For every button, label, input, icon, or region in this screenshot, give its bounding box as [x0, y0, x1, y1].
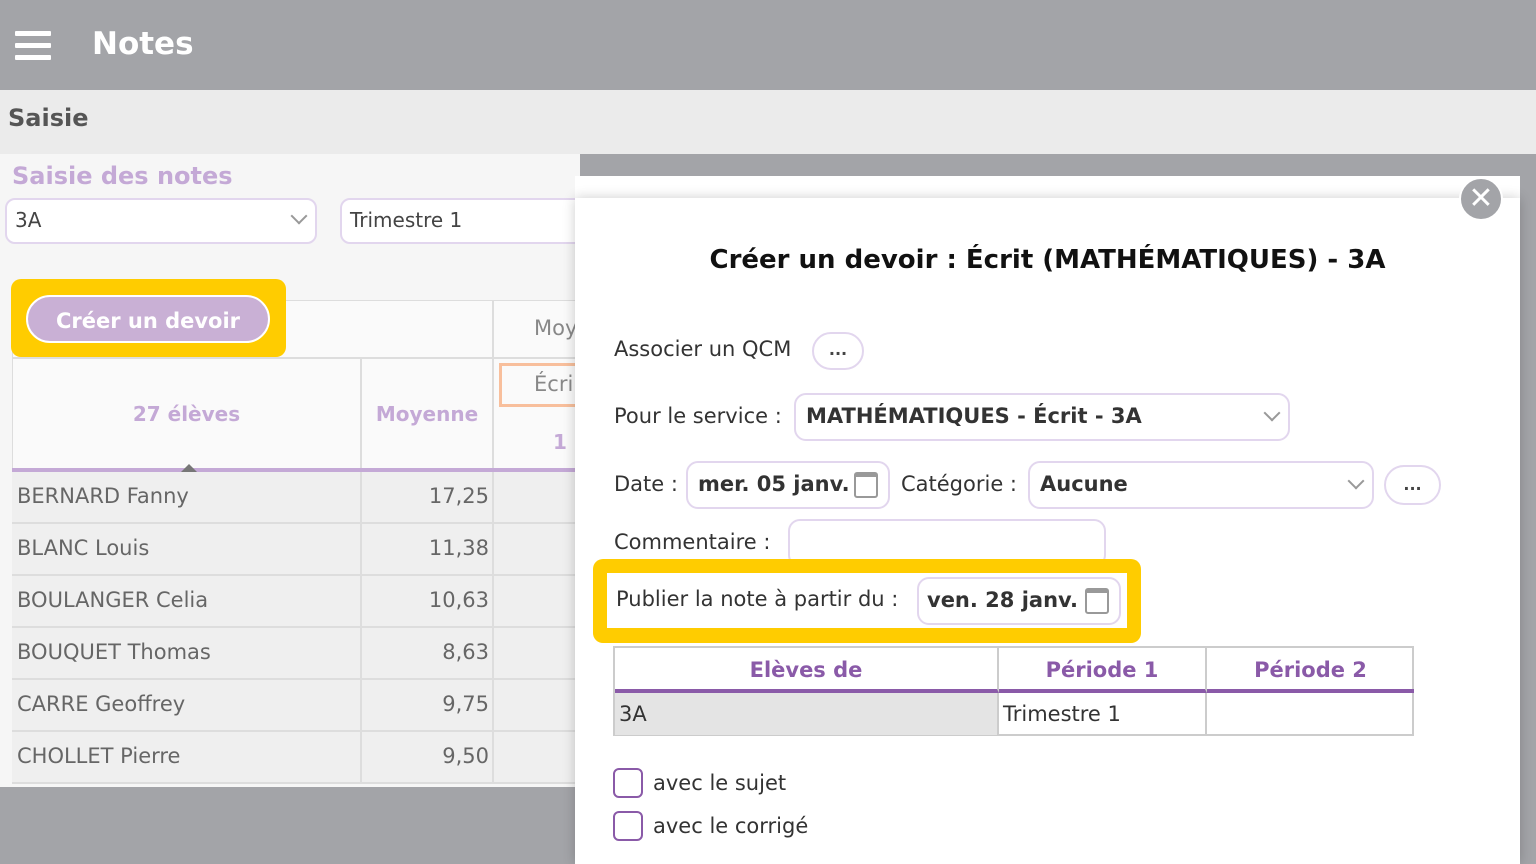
- student-name: BOULANGER Celia: [17, 588, 209, 612]
- qcm-label: Associer un QCM: [614, 337, 792, 361]
- period-select-value: Trimestre 1: [350, 208, 463, 232]
- publish-date-input[interactable]: ven. 28 janv.: [917, 577, 1121, 625]
- service-value: MATHÉMATIQUES - Écrit - 3A: [806, 404, 1142, 428]
- student-average: 9,50: [442, 744, 489, 768]
- grid-col-partial-top: Moy: [493, 300, 583, 358]
- student-name: BOUQUET Thomas: [17, 640, 211, 664]
- chevron-down-icon: [1263, 404, 1281, 422]
- column-number: 1: [553, 430, 567, 454]
- category-label: Catégorie :: [901, 472, 1018, 496]
- calendar-icon[interactable]: [854, 472, 878, 498]
- divider: [492, 680, 494, 730]
- class-select-value: 3A: [15, 208, 42, 232]
- subject-label: avec le sujet: [653, 771, 787, 795]
- table-row[interactable]: BERNARD Fanny17,251: [12, 472, 590, 524]
- table-row[interactable]: BLANC Louis11,381: [12, 524, 590, 576]
- divider: [492, 732, 494, 782]
- app-header: [0, 0, 1536, 90]
- chevron-down-icon: [1347, 472, 1365, 490]
- student-name: CARRE Geoffrey: [17, 692, 186, 716]
- qcm-more-button[interactable]: ...: [812, 332, 864, 370]
- publish-date-value: ven. 28 janv.: [927, 588, 1078, 612]
- student-name: CHOLLET Pierre: [17, 744, 181, 768]
- section-title: Saisie des notes: [12, 162, 233, 190]
- col-header-period1: Période 1: [999, 648, 1207, 693]
- student-name: BERNARD Fanny: [17, 484, 189, 508]
- periods-table: Elèves de Période 1 Période 2 3A Trimest…: [613, 646, 1414, 736]
- student-average: 10,63: [428, 588, 489, 612]
- divider: [492, 576, 494, 626]
- service-label: Pour le service :: [614, 404, 782, 428]
- correction-label: avec le corrigé: [653, 814, 809, 838]
- app-title: Notes: [92, 26, 194, 62]
- average-header[interactable]: Moyenne: [361, 358, 493, 470]
- dialog-title: Créer un devoir : Écrit (MATHÉMATIQUES) …: [709, 245, 1386, 275]
- publish-label: Publier la note à partir du :: [616, 587, 899, 611]
- student-average: 17,25: [428, 484, 489, 508]
- table-row[interactable]: CHOLLET Pierre 9,50: [12, 732, 582, 784]
- col-header-period2: Période 2: [1207, 648, 1414, 693]
- student-average: 8,63: [442, 640, 489, 664]
- comment-label: Commentaire :: [614, 530, 771, 554]
- service-select[interactable]: MATHÉMATIQUES - Écrit - 3A: [794, 393, 1290, 441]
- category-more-button[interactable]: ...: [1384, 465, 1441, 505]
- divider: [492, 472, 494, 522]
- table-row[interactable]: CARRE Geoffrey 9,75: [12, 680, 582, 732]
- date-input[interactable]: mer. 05 janv.: [686, 461, 890, 509]
- student-average: 9,75: [442, 692, 489, 716]
- date-value: mer. 05 janv.: [698, 472, 850, 496]
- table-row[interactable]: BOULANGER Celia10,631: [12, 576, 590, 628]
- chevron-down-icon: [290, 207, 308, 225]
- students-header[interactable]: 27 élèves: [12, 358, 361, 470]
- category-value: Aucune: [1040, 472, 1128, 496]
- period2-cell[interactable]: [1207, 693, 1414, 735]
- divider: [492, 524, 494, 574]
- dialog-top: [575, 176, 1520, 200]
- student-average: 11,38: [428, 536, 489, 560]
- table-row[interactable]: BOUQUET Thomas 8,63: [12, 628, 582, 680]
- student-name: BLANC Louis: [17, 536, 150, 560]
- class-cell: 3A: [615, 693, 999, 735]
- sub-header: [0, 90, 1536, 154]
- subject-checkbox[interactable]: [613, 768, 643, 798]
- date-label: Date :: [614, 472, 678, 496]
- page-title: Saisie: [8, 104, 89, 132]
- close-icon[interactable]: ✕: [1459, 177, 1503, 221]
- calendar-icon[interactable]: [1085, 588, 1109, 614]
- hamburger-icon[interactable]: [15, 31, 51, 63]
- period1-cell[interactable]: Trimestre 1: [999, 693, 1207, 735]
- correction-checkbox[interactable]: [613, 811, 643, 841]
- class-select[interactable]: 3A: [5, 198, 317, 244]
- divider: [492, 628, 494, 678]
- category-select[interactable]: Aucune: [1028, 461, 1374, 509]
- col-header-students: Elèves de: [615, 648, 999, 693]
- create-assignment-button[interactable]: Créer un devoir: [26, 295, 270, 343]
- period-select[interactable]: Trimestre 1: [340, 198, 600, 244]
